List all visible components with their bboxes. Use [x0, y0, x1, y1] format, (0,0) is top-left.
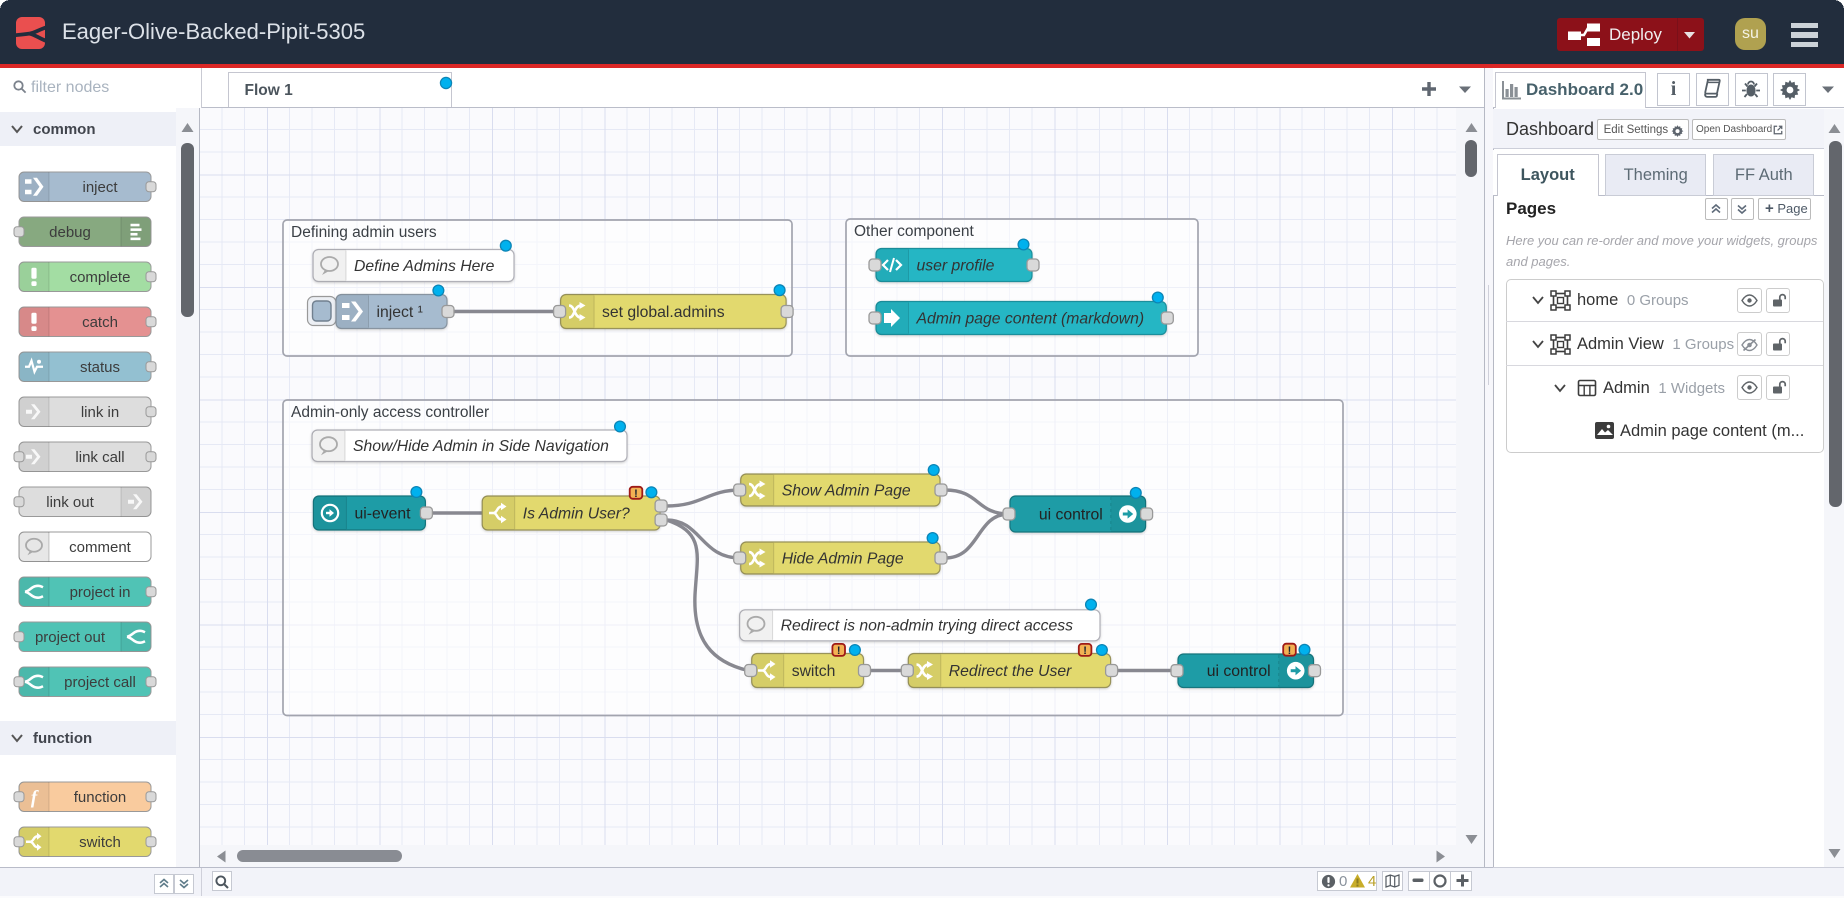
svg-text:Admin page content (markdown): Admin page content (markdown): [916, 310, 1145, 327]
svg-text:user profile: user profile: [917, 257, 995, 274]
svg-text:link out: link out: [46, 494, 94, 511]
svg-text:!: !: [1083, 645, 1087, 657]
svg-text:common: common: [33, 121, 96, 138]
svg-text:link in: link in: [81, 404, 119, 421]
svg-text:link call: link call: [75, 449, 124, 466]
svg-text:switch: switch: [79, 834, 121, 851]
svg-text:complete: complete: [70, 269, 131, 286]
svg-text:Defining admin users: Defining admin users: [291, 224, 437, 241]
svg-text:status: status: [80, 359, 120, 376]
svg-text:Redirect is non-admin trying d: Redirect is non-admin trying direct acce…: [781, 618, 1073, 635]
svg-text:Admin-only access controller: Admin-only access controller: [291, 404, 489, 421]
svg-text:debug: debug: [49, 224, 91, 241]
svg-text:Redirect the User: Redirect the User: [949, 663, 1072, 680]
svg-text:Show/Hide Admin in Side Naviga: Show/Hide Admin in Side Navigation: [353, 438, 609, 455]
svg-text:set global.admins: set global.admins: [602, 304, 725, 321]
svg-text:function: function: [33, 730, 92, 747]
svg-text:function: function: [74, 789, 127, 806]
svg-text:catch: catch: [82, 314, 118, 331]
svg-text:ui control: ui control: [1207, 663, 1271, 680]
svg-text:Show Admin Page: Show Admin Page: [782, 482, 911, 499]
svg-text:!: !: [634, 488, 638, 500]
svg-text:switch: switch: [792, 663, 836, 680]
svg-text:project in: project in: [70, 584, 131, 601]
svg-text:!: !: [1288, 645, 1292, 657]
svg-text:Define Admins Here: Define Admins Here: [354, 258, 495, 275]
svg-text:Other component: Other component: [854, 223, 974, 240]
svg-text:project call: project call: [64, 674, 136, 691]
svg-text:Hide Admin Page: Hide Admin Page: [782, 550, 904, 567]
svg-text:ui-event: ui-event: [355, 505, 412, 522]
svg-text:inject: inject: [82, 179, 118, 196]
svg-text:inject ¹: inject ¹: [377, 304, 423, 321]
svg-text:comment: comment: [69, 539, 132, 556]
svg-text:project out: project out: [35, 629, 106, 646]
svg-text:!: !: [837, 645, 841, 657]
svg-text:Is Admin User?: Is Admin User?: [523, 505, 630, 522]
svg-text:ui control: ui control: [1039, 506, 1103, 523]
